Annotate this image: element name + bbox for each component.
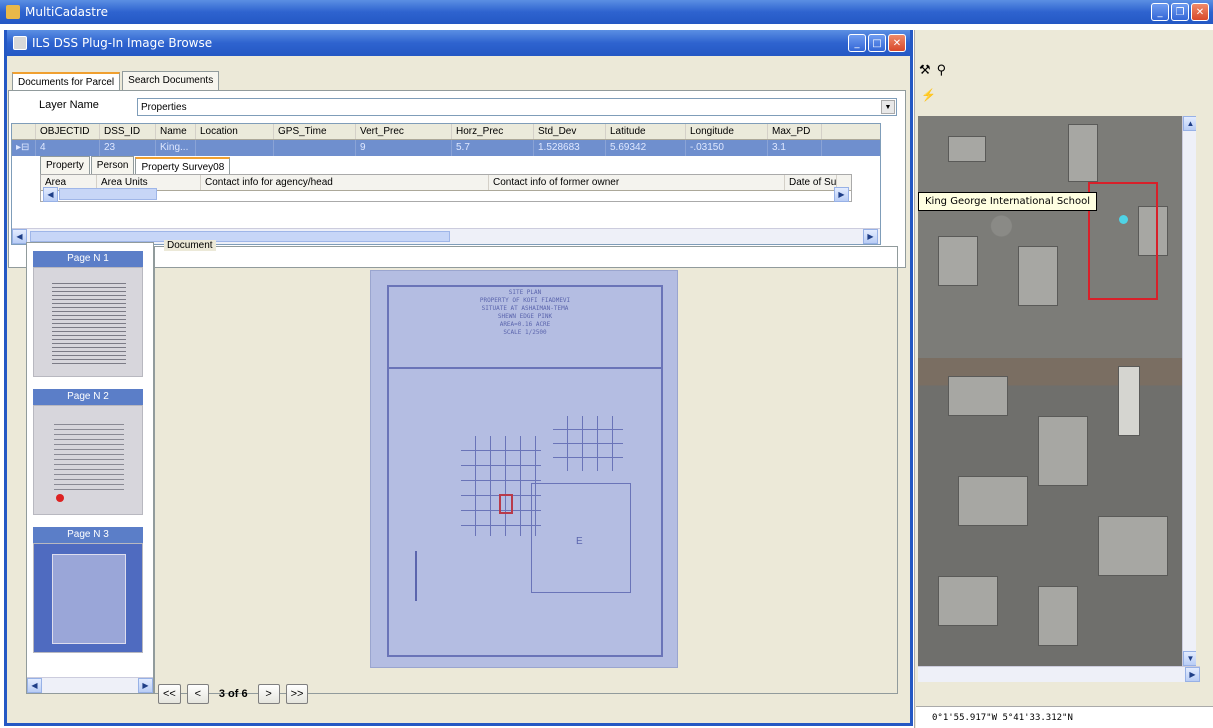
first-page-button[interactable]: <<	[158, 684, 181, 704]
grid-scroll-thumb[interactable]	[30, 231, 450, 242]
survey-subgrid: Area Area Units Contact info for agency/…	[40, 174, 852, 202]
subgrid-scrollbar[interactable]	[59, 188, 157, 200]
col-vert-prec[interactable]: Vert_Prec	[356, 124, 452, 139]
col-date-of-survey[interactable]: Date of Sur	[785, 175, 837, 190]
col-dss-id[interactable]: DSS_ID	[100, 124, 156, 139]
chevron-down-icon[interactable]: ▼	[881, 100, 895, 114]
identify-icon[interactable]: ⚲	[937, 62, 947, 78]
col-std-dev[interactable]: Std_Dev	[534, 124, 606, 139]
close-button[interactable]: ✕	[1191, 3, 1209, 21]
last-page-button[interactable]: >>	[285, 684, 309, 704]
map-tooltip: King George International School	[918, 192, 1098, 211]
page-indicator: 3 of 6	[218, 688, 248, 700]
scroll-down-icon[interactable]: ▼	[1183, 651, 1196, 666]
page-1-preview	[33, 267, 143, 377]
col-contact-agency[interactable]: Contact info for agency/head	[201, 175, 489, 190]
location-marker-icon[interactable]	[1119, 215, 1128, 224]
tab-documents-for-parcel[interactable]: Documents for Parcel	[12, 72, 121, 91]
dialog-close-button[interactable]: ✕	[888, 34, 906, 52]
dialog-icon	[13, 36, 27, 50]
col-contact-former-owner[interactable]: Contact info of former owner	[489, 175, 785, 190]
page-thumbnail-list: Page N 1 Page N 2 Page N 3 ◀ ▶	[26, 242, 154, 694]
subtab-person[interactable]: Person	[90, 156, 135, 175]
scroll-left-icon[interactable]: ◀	[43, 187, 58, 202]
col-longitude[interactable]: Longitude	[686, 124, 768, 139]
dialog-title-bar: ILS DSS Plug-In Image Browse _ □ ✕	[7, 30, 910, 56]
lightning-icon[interactable]: ⚡	[921, 88, 936, 102]
col-location[interactable]: Location	[196, 124, 274, 139]
maximize-button[interactable]: ❐	[1171, 3, 1189, 21]
dialog-minimize-button[interactable]: _	[848, 34, 866, 52]
scroll-left-icon[interactable]: ◀	[12, 229, 27, 244]
table-row[interactable]: ▸⊟ 4 23 King... 9 5.7 1.528683 5.69342 -…	[12, 140, 880, 156]
subtab-property[interactable]: Property	[40, 156, 90, 175]
col-horz-prec[interactable]: Horz_Prec	[452, 124, 534, 139]
layer-name-select[interactable]: Properties ▼	[137, 98, 897, 116]
app-title-bar: MultiCadastre _ ❐ ✕	[0, 0, 1213, 24]
site-plan-title: SITE PLAN PROPERTY OF KOFI FIADMEVI SITUAT…	[479, 289, 571, 336]
coordinate-readout: 0°1'55.917"W 5°41'33.312"N	[916, 706, 1213, 728]
scroll-left-icon[interactable]: ◀	[27, 678, 42, 693]
scroll-right-icon[interactable]: ▶	[1185, 667, 1200, 682]
grid-header: OBJECTID DSS_ID Name Location GPS_Time V…	[12, 124, 880, 140]
attribute-grid: OBJECTID DSS_ID Name Location GPS_Time V…	[11, 123, 881, 245]
layer-name-label: Layer Name	[39, 99, 99, 111]
collapse-icon[interactable]: ▸⊟	[12, 140, 36, 156]
page-2-preview	[33, 405, 143, 515]
tools-icon[interactable]: ⚒	[919, 62, 931, 78]
app-title: MultiCadastre	[25, 5, 109, 19]
page-3-preview	[33, 543, 143, 653]
thumbnail-page-2[interactable]: Page N 2	[33, 389, 143, 515]
next-page-button[interactable]: >	[257, 684, 280, 704]
col-max-pd[interactable]: Max_PD	[768, 124, 822, 139]
map-vertical-scrollbar[interactable]: ▲ ▼	[1182, 116, 1196, 666]
selected-parcel-outline[interactable]	[1088, 182, 1158, 300]
layer-name-value: Properties	[141, 101, 187, 113]
tab-search-documents[interactable]: Search Documents	[122, 71, 220, 90]
scroll-right-icon[interactable]: ▶	[863, 229, 878, 244]
col-latitude[interactable]: Latitude	[606, 124, 686, 139]
map-horizontal-scrollbar[interactable]: ▶	[918, 666, 1200, 682]
col-objectid[interactable]: OBJECTID	[36, 124, 100, 139]
thumbnail-page-1[interactable]: Page N 1	[33, 251, 143, 377]
scroll-up-icon[interactable]: ▲	[1183, 116, 1196, 131]
document-legend: Document	[164, 240, 216, 251]
scroll-right-icon[interactable]: ▶	[834, 187, 849, 202]
dialog-title: ILS DSS Plug-In Image Browse	[32, 36, 213, 50]
thumbnail-page-3[interactable]: Page N 3	[33, 527, 143, 653]
thumbs-scrollbar[interactable]: ◀ ▶	[27, 677, 153, 693]
minimize-button[interactable]: _	[1151, 3, 1169, 21]
col-name[interactable]: Name	[156, 124, 196, 139]
page-navigation: << < 3 of 6 > >>	[158, 684, 309, 704]
scroll-right-icon[interactable]: ▶	[138, 678, 153, 693]
document-page-image: SITE PLAN PROPERTY OF KOFI FIADMEVI SITUAT…	[370, 270, 678, 668]
subgrid-header: Area Area Units Contact info for agency/…	[41, 175, 851, 191]
prev-page-button[interactable]: <	[186, 684, 209, 704]
app-icon	[6, 5, 20, 19]
dialog-maximize-button[interactable]: □	[868, 34, 886, 52]
col-gps-time[interactable]: GPS_Time	[274, 124, 356, 139]
